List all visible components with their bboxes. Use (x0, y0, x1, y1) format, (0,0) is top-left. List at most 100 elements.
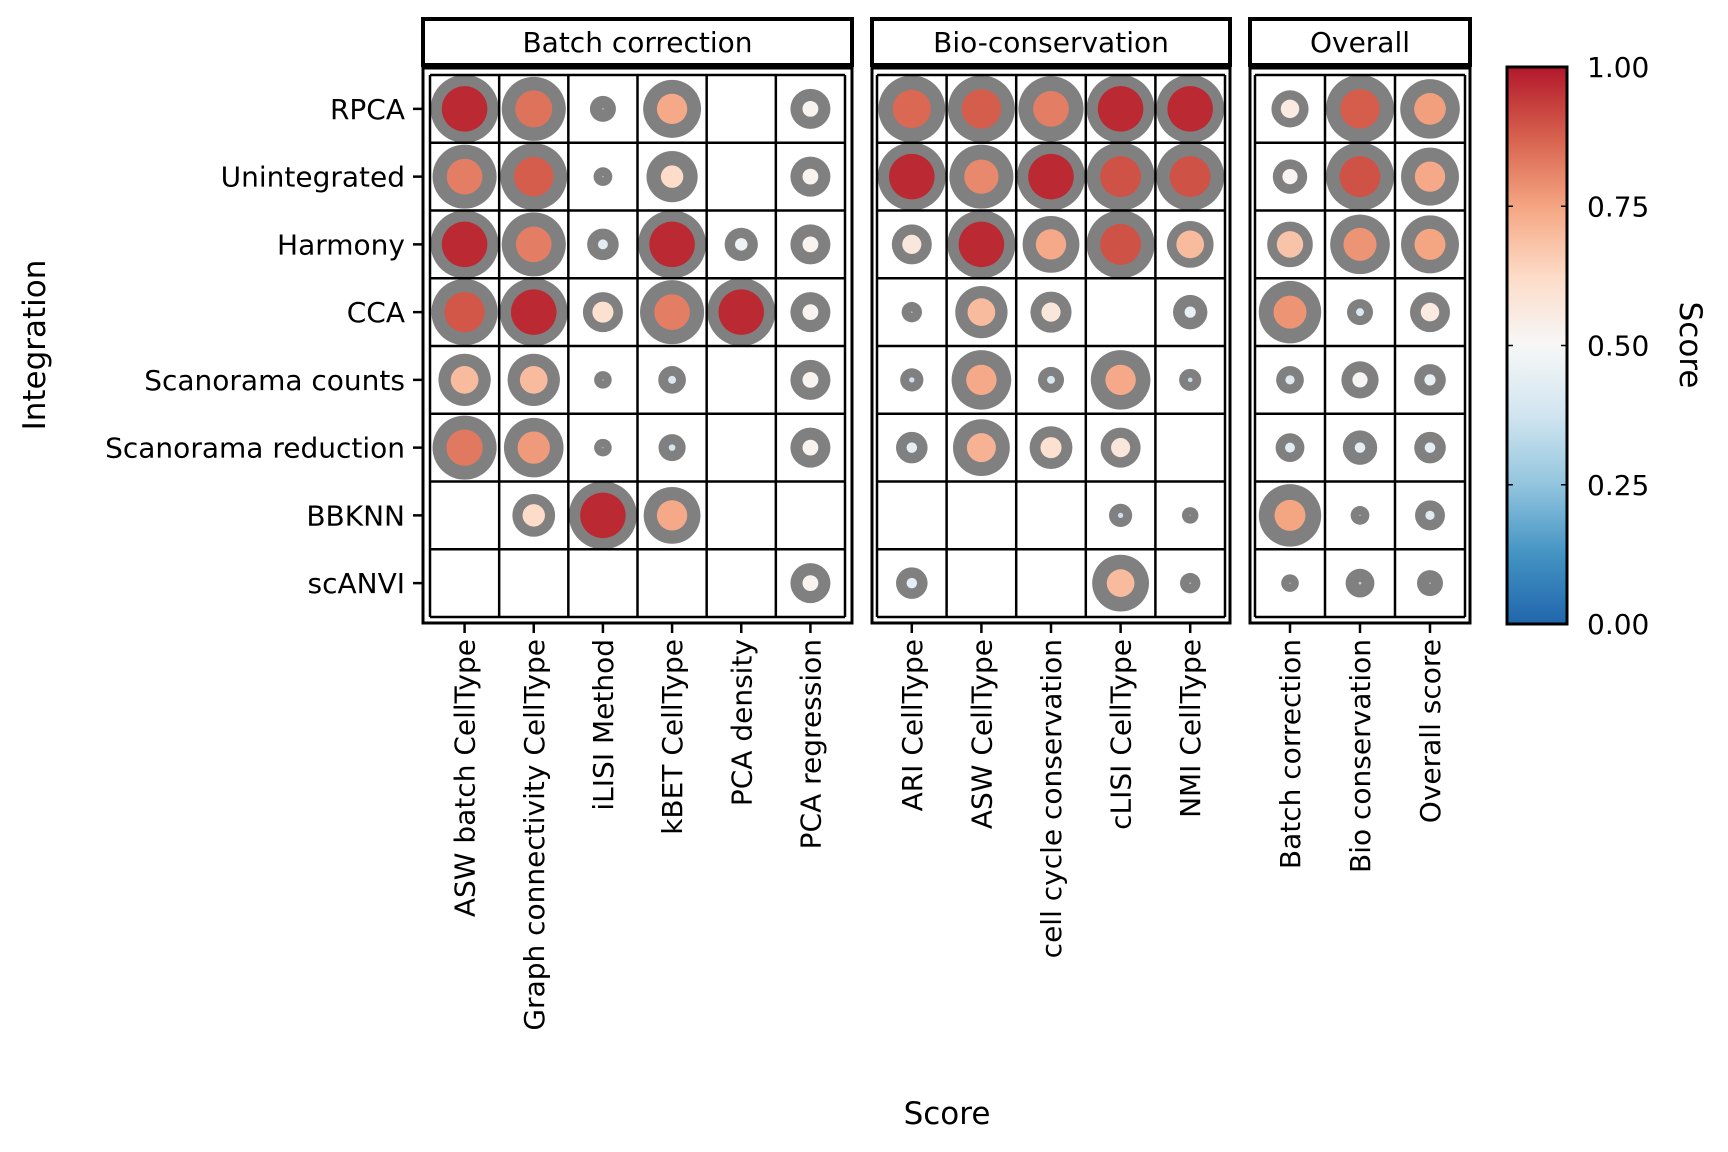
data-point (790, 292, 831, 333)
score-circle (802, 439, 819, 456)
score-circle (1097, 86, 1144, 132)
score-circle (1414, 93, 1446, 125)
score-circle (1352, 372, 1368, 388)
score-circle (654, 294, 690, 330)
data-point (1086, 210, 1155, 279)
data-point (947, 75, 1015, 143)
y-tick-label: RPCA (330, 93, 405, 126)
score-circle (1041, 302, 1061, 322)
data-point (1180, 572, 1201, 594)
facet-panels: Batch correction Bio-conservation Overall (421, 17, 1472, 625)
score-circle (656, 93, 688, 125)
data-point (896, 431, 928, 464)
score-circle (656, 500, 688, 531)
data-point (1276, 366, 1304, 394)
data-point (430, 210, 499, 279)
data-point (1166, 221, 1214, 268)
score-circle (1354, 442, 1366, 453)
data-point (790, 88, 831, 129)
data-point (1086, 142, 1155, 211)
score-circle (668, 375, 677, 384)
data-point (790, 156, 831, 197)
data-point (877, 142, 946, 211)
data-point (643, 79, 702, 138)
score-circle (450, 366, 479, 394)
score-circle (1033, 91, 1069, 127)
x-tick-label: NMI CellType (1174, 639, 1207, 818)
score-circle (1274, 499, 1306, 531)
data-point (707, 278, 776, 347)
data-point (891, 224, 932, 265)
score-circle (1424, 374, 1436, 386)
x-axis: ASW batch CellType Graph connectivity Cel… (449, 623, 1447, 1031)
data-point (432, 144, 497, 209)
x-tick-label: Bio conservation (1344, 639, 1377, 873)
data-point (1038, 366, 1064, 393)
data-point (1330, 214, 1390, 275)
score-circle (802, 575, 819, 592)
score-circle (909, 377, 915, 383)
data-point (878, 75, 946, 143)
data-point (1341, 361, 1379, 399)
data-point (1271, 90, 1309, 128)
data-point (430, 74, 499, 143)
score-circle (967, 298, 996, 326)
score-circle (649, 221, 695, 268)
dot-matrix-chart: Batch correction Bio-conservation Overall … (17, 17, 1708, 1132)
y-tick-label: Scanorama reduction (105, 432, 405, 465)
data-point (1029, 426, 1073, 470)
score-circle (1040, 437, 1062, 459)
colorbar-tick-label: 0.75 (1587, 190, 1649, 223)
data-point (1342, 430, 1378, 465)
facet-strip-label: Batch correction (522, 26, 752, 59)
score-circle (1184, 306, 1196, 318)
data-point (1090, 350, 1151, 410)
score-circle (802, 236, 819, 253)
data-point (568, 481, 637, 550)
x-tick-label: PCA regression (794, 639, 827, 849)
data-point (507, 353, 560, 407)
data-point (1022, 215, 1080, 273)
score-circle (660, 165, 684, 188)
score-circle (1028, 153, 1074, 200)
score-circle (958, 221, 1005, 268)
score-circle (1414, 161, 1446, 192)
data-point (896, 567, 928, 599)
score-circle (802, 168, 819, 185)
score-circle (966, 364, 997, 396)
data-point (658, 366, 686, 394)
score-circle (1359, 514, 1361, 517)
data-point (790, 427, 831, 468)
data-point (1326, 142, 1394, 211)
colorbar-title: Score (1672, 302, 1708, 389)
score-circle (718, 289, 765, 335)
score-circle (446, 158, 483, 195)
data-point (951, 350, 1012, 410)
score-circle (1176, 230, 1205, 259)
score-circle (1414, 228, 1446, 260)
data-point (643, 486, 701, 544)
score-circle (517, 431, 550, 464)
colorbar-tick-label: 0.25 (1587, 469, 1649, 502)
score-circle (510, 289, 557, 335)
score-circle (519, 366, 548, 394)
data-point (724, 227, 758, 262)
data-point (1347, 299, 1373, 326)
score-circle (602, 175, 604, 178)
data-point (1109, 503, 1133, 527)
data-point (1100, 427, 1141, 468)
data-point (499, 278, 568, 347)
score-circle (961, 89, 1002, 129)
data-point (589, 95, 616, 122)
score-circle (602, 379, 604, 381)
data-point (1350, 506, 1370, 525)
score-circle (515, 226, 552, 263)
data-point (949, 144, 1014, 209)
data-point (790, 224, 831, 265)
facet-strip-label: Bio-conservation (933, 26, 1169, 59)
data-point (658, 434, 686, 462)
score-circle (1429, 582, 1431, 584)
data-point (1258, 280, 1322, 344)
data-point (1156, 74, 1225, 143)
score-circle (597, 239, 608, 250)
